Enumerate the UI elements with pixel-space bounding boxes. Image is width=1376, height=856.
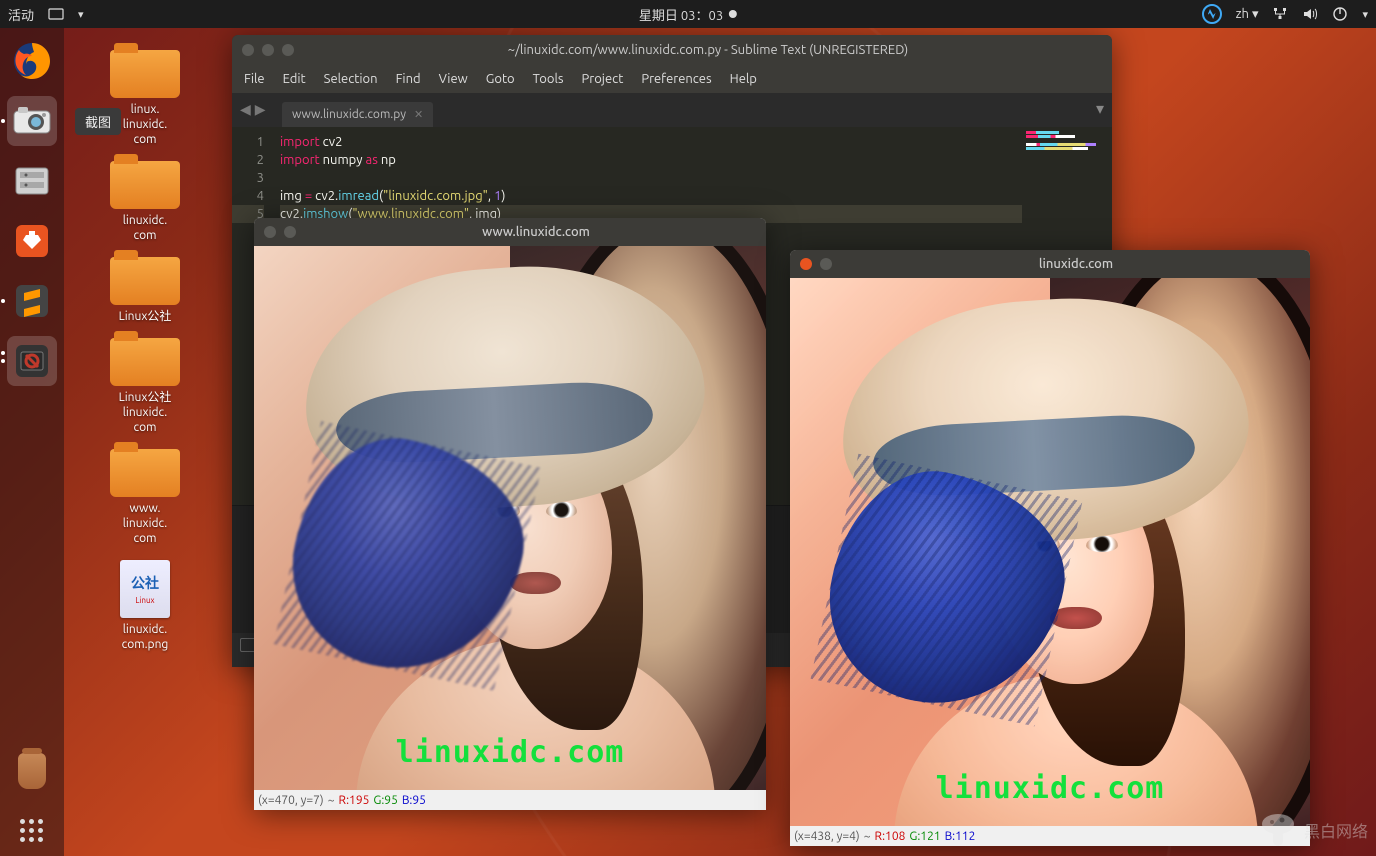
window-minimize-icon[interactable]: [262, 44, 274, 56]
menu-goto[interactable]: Goto: [486, 72, 515, 86]
dock-trash[interactable]: [7, 746, 57, 796]
window-maximize-icon[interactable]: [282, 44, 294, 56]
gnome-topbar: 活动 ▾ 星期日 03：03 zh ▾ ▾: [0, 0, 1376, 28]
image-status-bar: (x=438, y=4) ~ R:108 G:121 B:112: [790, 826, 1310, 846]
cv-window-b: linuxidc.com linuxidc.com (x=438, y=4) ~…: [790, 250, 1310, 846]
tab-close-icon[interactable]: ✕: [414, 108, 423, 121]
window-close-icon[interactable]: [242, 44, 254, 56]
cv-window-a: www.linuxidc.com linuxidc.com (x=470, y=…: [254, 218, 766, 810]
menu-help[interactable]: Help: [730, 72, 757, 86]
desktop-folder[interactable]: Linux公社: [80, 257, 210, 324]
tab-next-icon[interactable]: ▶: [255, 101, 266, 118]
menu-tools[interactable]: Tools: [533, 72, 564, 86]
volume-icon[interactable]: [1302, 6, 1318, 22]
tab-strip: ◀▶ www.linuxidc.com.py✕ ▾: [232, 93, 1112, 127]
notification-dot-icon: [729, 10, 737, 18]
window-title: linuxidc.com: [842, 257, 1310, 271]
image-canvas[interactable]: linuxidc.com: [790, 278, 1310, 826]
menu-edit[interactable]: Edit: [283, 72, 306, 86]
window-title: ~/linuxidc.com/www.linuxidc.com.py - Sub…: [304, 43, 1112, 57]
window-minimize-icon[interactable]: [820, 258, 832, 270]
dock-tooltip: 截图: [75, 108, 121, 135]
screen-watermark: 黑白网络: [1258, 810, 1368, 850]
desktop-image-file[interactable]: 公社Linuxlinuxidc. com.png: [80, 560, 210, 652]
clock-label[interactable]: 星期日 03：03: [639, 5, 723, 24]
window-title: www.linuxidc.com: [306, 225, 766, 239]
dock-apps-grid[interactable]: [7, 806, 57, 856]
dock-software[interactable]: [7, 216, 57, 266]
desktop-folder[interactable]: www. linuxidc. com: [80, 449, 210, 546]
mushroom-icon: [1258, 810, 1298, 850]
desktop-folder[interactable]: linuxidc. com: [80, 161, 210, 243]
menu-view[interactable]: View: [439, 72, 468, 86]
tab-overflow-icon[interactable]: ▾: [1096, 99, 1104, 118]
dropdown-arrow-icon[interactable]: ▾: [78, 8, 84, 21]
image-watermark: linuxidc.com: [396, 735, 625, 770]
desktop-icons: linux. linuxidc. com linuxidc. com Linux…: [80, 50, 210, 666]
window-titlebar[interactable]: ~/linuxidc.com/www.linuxidc.com.py - Sub…: [232, 35, 1112, 65]
image-canvas[interactable]: linuxidc.com: [254, 246, 766, 790]
system-menu-arrow-icon[interactable]: ▾: [1362, 8, 1368, 21]
dock-files[interactable]: [7, 156, 57, 206]
input-method-indicator[interactable]: zh ▾: [1236, 7, 1259, 22]
menu-file[interactable]: File: [244, 72, 265, 86]
window-close-icon[interactable]: [264, 226, 276, 238]
window-titlebar[interactable]: www.linuxidc.com: [254, 218, 766, 246]
desktop-folder[interactable]: Linux公社 linuxidc. com: [80, 338, 210, 435]
dock-screenshot[interactable]: [7, 96, 57, 146]
image-status-bar: (x=470, y=7) ~ R:195 G:95 B:95: [254, 790, 766, 810]
menu-find[interactable]: Find: [396, 72, 421, 86]
power-profile-icon[interactable]: [1202, 4, 1222, 24]
menu-project[interactable]: Project: [582, 72, 624, 86]
ubuntu-dock: [0, 28, 64, 856]
dock-sublime[interactable]: [7, 276, 57, 326]
menu-selection[interactable]: Selection: [324, 72, 378, 86]
power-icon[interactable]: [1332, 6, 1348, 22]
tab-prev-icon[interactable]: ◀: [240, 101, 251, 118]
menu-bar: File Edit Selection Find View Goto Tools…: [232, 65, 1112, 93]
dock-firefox[interactable]: [7, 36, 57, 86]
menu-preferences[interactable]: Preferences: [641, 72, 711, 86]
editor-tab[interactable]: www.linuxidc.com.py✕: [282, 102, 433, 127]
network-icon[interactable]: [1272, 6, 1288, 22]
window-close-icon[interactable]: [800, 258, 812, 270]
window-titlebar[interactable]: linuxidc.com: [790, 250, 1310, 278]
image-watermark: linuxidc.com: [936, 771, 1165, 806]
app-indicator-icon[interactable]: [48, 6, 64, 22]
dock-image-viewer[interactable]: [7, 336, 57, 386]
window-minimize-icon[interactable]: [284, 226, 296, 238]
activities-button[interactable]: 活动: [8, 5, 34, 24]
